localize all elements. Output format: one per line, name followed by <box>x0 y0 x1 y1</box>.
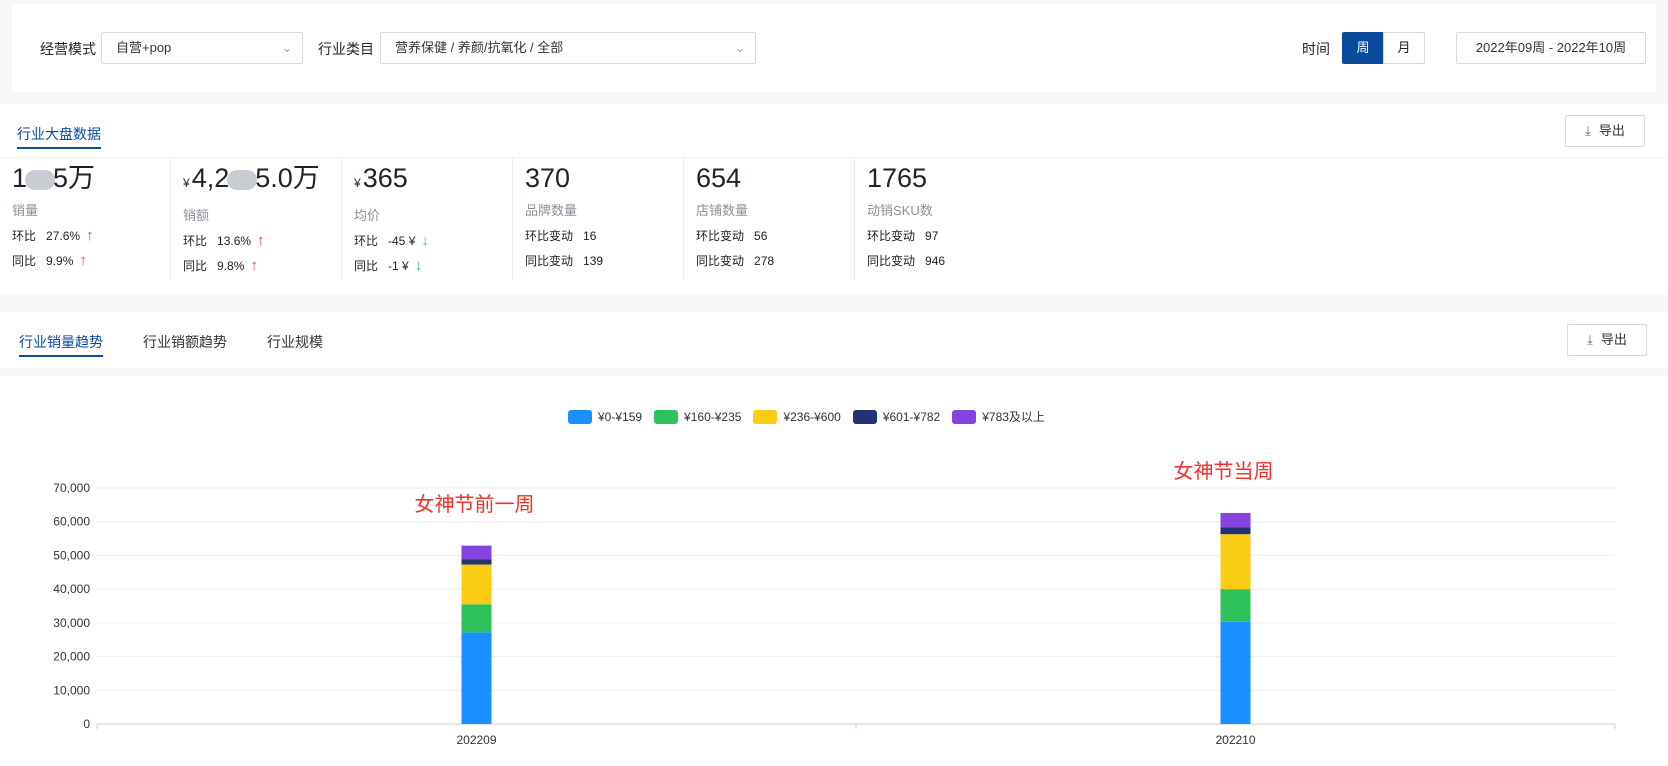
export-label: 导出 <box>1598 123 1625 138</box>
bar-segment <box>1220 589 1251 622</box>
x-tick-label: 202209 <box>456 733 496 747</box>
category-label: 行业类目 <box>318 41 374 57</box>
metric-yoy: 同比 -1 ¥ ↓ <box>354 257 423 274</box>
month-toggle[interactable]: 月 <box>1383 32 1425 64</box>
y-tick-label: 50,000 <box>53 548 90 562</box>
metric-value: ¥365 <box>354 163 408 193</box>
arrow-up-icon: ↑ <box>86 227 94 244</box>
tab-industry-scale[interactable]: 行业规模 <box>267 332 323 352</box>
overview-export-button[interactable]: ⤓ 导出 <box>1565 115 1645 147</box>
arrow-up-icon: ↑ <box>257 232 265 249</box>
metric-value: 1765 <box>867 163 928 193</box>
sales-trend-chart: ¥0-¥159 ¥160-¥235 ¥236-¥600 ¥601-¥782 ¥783及以… <box>0 376 1668 766</box>
metric-name: 销量 <box>12 203 39 218</box>
metric-name: 店铺数量 <box>696 203 749 218</box>
bar-segment <box>1220 512 1251 528</box>
metric-store-count: 654 店铺数量 环比变动 56 同比变动 278 <box>684 158 855 280</box>
bar-segment <box>1220 534 1251 590</box>
date-range-picker[interactable]: 2022年09周 - 2022年10周 <box>1456 32 1646 64</box>
metric-yoy: 同比 9.8% ↑ <box>183 257 258 274</box>
trend-tabs-bar: 行业销量趋势 行业销额趋势 行业规模 ⤓ 导出 <box>0 312 1668 368</box>
metric-value: 370 <box>525 163 571 193</box>
category-select[interactable]: 营养保健 / 养颜/抗氧化 / 全部 ⌄ <box>380 32 756 64</box>
metric-avg-price: ¥365 均价 环比 -45 ¥ ↓ 同比 -1 ¥ ↓ <box>342 158 513 280</box>
metric-mom: 环比变动 56 <box>696 229 768 243</box>
mode-label: 经营模式 <box>40 41 96 57</box>
metric-name: 均价 <box>354 208 381 223</box>
metric-mom: 环比变动 97 <box>867 229 939 243</box>
y-tick-label: 70,000 <box>53 481 90 495</box>
week-toggle[interactable]: 周 <box>1342 32 1384 64</box>
metric-value: 654 <box>696 163 742 193</box>
trend-export-button[interactable]: ⤓ 导出 <box>1567 324 1647 356</box>
metric-value: ¥4,2 5.0万 <box>183 163 320 193</box>
bar-segment <box>461 559 492 565</box>
industry-overview-panel: 行业大盘数据 ⤓ 导出 1 5万 销量 环比 27.6% ↑ 同比 9.9% ↑ ¥4,2 5… <box>0 104 1668 294</box>
chevron-down-icon: ⌄ <box>734 41 745 55</box>
export-label: 导出 <box>1600 332 1627 347</box>
metric-sku-count: 1765 动销SKU数 环比变动 97 同比变动 946 <box>855 158 1026 280</box>
category-select-value: 营养保健 / 养颜/抗氧化 / 全部 <box>395 40 564 55</box>
arrow-down-icon: ↓ <box>414 257 423 274</box>
metric-yoy: 同比 9.9% ↑ <box>12 252 87 269</box>
arrow-down-icon: ↓ <box>421 232 429 249</box>
arrow-up-icon: ↑ <box>79 252 87 269</box>
y-tick-label: 10,000 <box>53 683 90 697</box>
download-icon: ⤓ <box>1587 332 1593 347</box>
y-tick-label: 40,000 <box>53 582 90 596</box>
arrow-up-icon: ↑ <box>250 257 258 274</box>
filter-bar: 经营模式 自营+pop ⌄ 行业类目 营养保健 / 养颜/抗氧化 / 全部 ⌄ … <box>12 4 1656 92</box>
mode-select-value: 自营+pop <box>116 40 172 55</box>
metric-name: 动销SKU数 <box>867 203 933 218</box>
bar-segment <box>461 632 492 724</box>
metric-name: 销额 <box>183 208 210 223</box>
bar-segment <box>461 545 492 560</box>
metric-yoy: 同比变动 946 <box>867 254 946 268</box>
y-tick-label: 20,000 <box>53 650 90 664</box>
metric-yoy: 同比变动 139 <box>525 254 604 268</box>
tab-industry-overview[interactable]: 行业大盘数据 <box>17 124 101 149</box>
y-tick-label: 30,000 <box>53 616 90 630</box>
mode-select[interactable]: 自营+pop ⌄ <box>101 32 303 64</box>
chart-annotation: 女神节前一周 <box>414 493 535 516</box>
metric-value: 1 5万 <box>12 163 96 193</box>
download-icon: ⤓ <box>1585 123 1591 138</box>
chart-annotation: 女神节当周 <box>1173 460 1274 483</box>
metric-brand-count: 370 品牌数量 环比变动 16 同比变动 139 <box>513 158 684 280</box>
redacted-blur <box>227 169 258 190</box>
y-tick-label: 60,000 <box>53 515 90 529</box>
metric-mom: 环比 -45 ¥ ↓ <box>354 232 429 249</box>
metric-sales-amount: ¥4,2 5.0万 销额 环比 13.6% ↑ 同比 9.8% ↑ <box>171 158 342 280</box>
chart-canvas: 0 10,000 20,000 30,000 40,000 50,000 60,000 70,… <box>53 481 1616 747</box>
bar-segment <box>461 564 492 605</box>
metric-mom: 环比变动 16 <box>525 229 597 243</box>
metric-sales-volume: 1 5万 销量 环比 27.6% ↑ 同比 9.9% ↑ <box>0 158 171 280</box>
x-tick-label: 202210 <box>1215 733 1255 747</box>
bar-segment <box>1220 621 1251 724</box>
tab-sales-volume-trend[interactable]: 行业销量趋势 <box>19 332 103 357</box>
metric-name: 品牌数量 <box>525 203 578 218</box>
metric-mom: 环比 27.6% ↑ <box>12 227 94 244</box>
time-label: 时间 <box>1302 41 1330 57</box>
chevron-down-icon: ⌄ <box>281 41 292 55</box>
metric-mom: 环比 13.6% ↑ <box>183 232 265 249</box>
bar-segment <box>1220 527 1251 535</box>
redacted-blur <box>25 169 56 190</box>
tab-sales-amount-trend[interactable]: 行业销额趋势 <box>143 332 227 352</box>
metric-yoy: 同比变动 278 <box>696 254 775 268</box>
y-tick-label: 0 <box>83 717 90 731</box>
bar-segment <box>461 604 492 633</box>
